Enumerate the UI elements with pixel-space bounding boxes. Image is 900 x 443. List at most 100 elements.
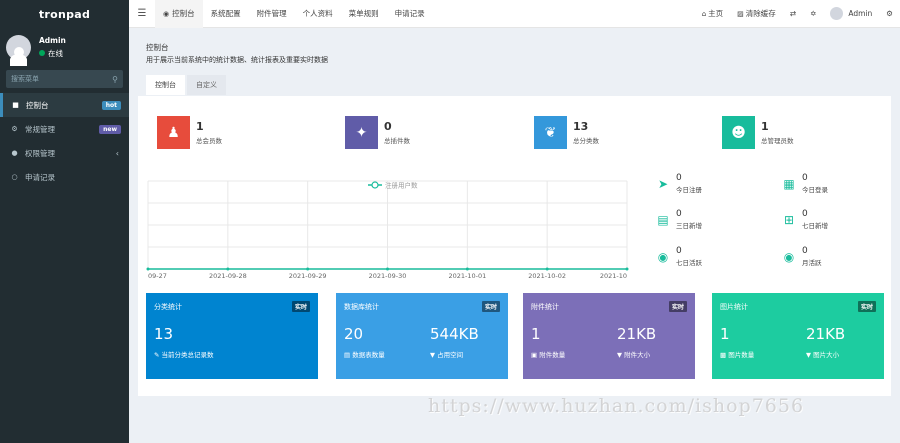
tab-dashboard[interactable]: ◉ 控制台 bbox=[155, 0, 203, 28]
data-point bbox=[545, 267, 549, 271]
sidebar-item-general[interactable]: ⚙ 常规管理 new bbox=[0, 117, 129, 141]
page-title: 控制台 bbox=[146, 43, 169, 52]
stat-label: 总插件数 bbox=[384, 137, 410, 145]
stat-plugins: ✦ 0 总插件数 bbox=[345, 116, 410, 149]
vcard-icon: ▦ bbox=[783, 176, 795, 191]
new-badge: new bbox=[99, 124, 121, 134]
sidebar: tronpad Admin 在线 ⚲ ■ 控制台 hot ⚙ 常规管理 new … bbox=[0, 0, 129, 443]
user-circle-icon: ◉ bbox=[783, 249, 795, 264]
card-sub-label: 图片数量 bbox=[728, 351, 755, 359]
card-attachment-stats: 附件统计 实时 1 21KB ▣ 附件数量 ▼ 附件大小 bbox=[523, 293, 695, 379]
mini-stat-today-reg: ➤ 0 今日注册 bbox=[654, 173, 702, 194]
tab-label: 菜单规则 bbox=[348, 9, 379, 18]
avatar bbox=[6, 34, 31, 66]
sidebar-item-label: 权限管理 bbox=[25, 148, 55, 158]
tab-label: 附件管理 bbox=[256, 9, 287, 18]
card-title: 附件统计 bbox=[531, 302, 559, 311]
main-content: 控制台 用于展示当前系统中的统计数据、统计报表及重要实时数据 控制台 自定义 ♟… bbox=[138, 36, 891, 396]
mini-stat-month-active: ◉ 0 月活跃 bbox=[780, 246, 822, 267]
mini-stat-3day-new: ▤ 0 三日新增 bbox=[654, 209, 702, 230]
realtime-badge: 实时 bbox=[291, 301, 310, 312]
search-input[interactable] bbox=[11, 75, 106, 83]
card-sub-2-label: 占用空间 bbox=[437, 351, 464, 359]
stat-label: 总会员数 bbox=[196, 137, 222, 145]
edit-icon: ✎ bbox=[154, 351, 160, 359]
sidebar-item-label: 控制台 bbox=[26, 100, 49, 110]
sidebar-item-permissions[interactable]: ● 权限管理 ‹ bbox=[0, 141, 129, 165]
card-value-2 bbox=[240, 325, 310, 343]
card-sub-2-label: 图片大小 bbox=[813, 351, 840, 359]
x-tick-label: 2021-10 bbox=[600, 272, 627, 280]
user-menu[interactable]: Admin bbox=[823, 7, 879, 20]
card-category-stats: 分类统计 实时 13 ✎ 当前分类总记录数 bbox=[146, 293, 318, 379]
user-circle-icon: ◉ bbox=[657, 249, 669, 264]
tab-attachments[interactable]: 附件管理 bbox=[249, 0, 295, 28]
card-title: 数据库统计 bbox=[344, 302, 379, 311]
registration-line-chart: 09-27 2021-09-28 2021-09-29 2021-09-30 2021-… bbox=[146, 180, 629, 280]
sidebar-menu: ■ 控制台 hot ⚙ 常规管理 new ● 权限管理 ‹ ○ 申请记录 bbox=[0, 93, 129, 189]
card-sub-2 bbox=[240, 349, 310, 359]
tab-custom[interactable]: 自定义 bbox=[187, 75, 226, 95]
stat-members: ♟ 1 总会员数 bbox=[157, 116, 222, 149]
filter-icon: ▼ bbox=[806, 351, 811, 359]
mini-stat-7day-new: ⊞ 0 七日新增 bbox=[780, 209, 828, 230]
translate-button[interactable]: ⇄ bbox=[783, 9, 803, 18]
calendar-plus-icon: ⊞ bbox=[783, 212, 795, 227]
data-point bbox=[146, 267, 150, 271]
card-value: 1 bbox=[720, 325, 730, 343]
legend-marker bbox=[371, 181, 379, 189]
card-sub-2: ▼ 图片大小 bbox=[806, 349, 876, 359]
tab-applications[interactable]: 申请记录 bbox=[387, 0, 433, 28]
x-tick-label: 09-27 bbox=[148, 272, 167, 280]
card-sub-label: 附件数量 bbox=[539, 351, 566, 359]
mini-stat-value: 0 bbox=[676, 173, 682, 183]
clear-cache-button[interactable]: ▨ 清除缓存 bbox=[730, 8, 783, 19]
mini-stat-label: 今日注册 bbox=[676, 186, 702, 194]
tab-profile[interactable]: 个人资料 bbox=[295, 0, 341, 28]
content-tabs: 控制台 自定义 bbox=[138, 75, 891, 95]
stat-categories: ❦ 13 总分类数 bbox=[534, 116, 599, 149]
realtime-badge: 实时 bbox=[857, 301, 876, 312]
x-tick-label: 2021-10-02 bbox=[528, 272, 566, 280]
home-icon: ⌂ bbox=[701, 9, 707, 18]
mini-stat-label: 七日活跃 bbox=[676, 259, 702, 267]
realtime-badge: 实时 bbox=[481, 301, 500, 312]
mini-stat-value: 0 bbox=[676, 246, 682, 256]
sidebar-item-dashboard[interactable]: ■ 控制台 hot bbox=[0, 93, 129, 117]
x-tick-label: 2021-09-29 bbox=[289, 272, 327, 280]
image-icon: ▩ bbox=[720, 351, 727, 359]
users-icon: ♟ bbox=[157, 116, 190, 149]
fullscreen-icon: ✡ bbox=[810, 9, 817, 18]
card-sub-2: ▼ 占用空间 bbox=[430, 349, 500, 359]
x-tick-label: 2021-10-01 bbox=[448, 272, 486, 280]
settings-button[interactable]: ⚙ bbox=[879, 9, 900, 18]
filter-icon: ▼ bbox=[430, 351, 435, 359]
menu-toggle-icon[interactable]: ☰ bbox=[129, 8, 155, 19]
user-status-label: 在线 bbox=[48, 48, 63, 58]
card-sub-label: 当前分类总记录数 bbox=[161, 351, 214, 359]
stat-value: 13 bbox=[573, 120, 589, 133]
brand-logo[interactable]: tronpad bbox=[0, 0, 129, 28]
stat-value: 1 bbox=[761, 120, 769, 133]
home-link[interactable]: ⌂ 主页 bbox=[695, 8, 730, 19]
card-value-2: 21KB bbox=[617, 325, 657, 343]
card-image-stats: 图片统计 实时 1 21KB ▩ 图片数量 ▼ 图片大小 bbox=[712, 293, 884, 379]
magic-icon: ✦ bbox=[345, 116, 378, 149]
watermark: https://www.huzhan.com/ishop7656 bbox=[428, 395, 805, 417]
tab-system-config[interactable]: 系统配置 bbox=[203, 0, 249, 28]
search-icon[interactable]: ⚲ bbox=[112, 75, 118, 84]
group-icon: ● bbox=[11, 149, 18, 157]
mini-stat-today-login: ▦ 0 今日登录 bbox=[780, 173, 828, 194]
card-value-2: 544KB bbox=[430, 325, 479, 343]
card-sub: ▣ 附件数量 bbox=[531, 349, 565, 359]
dashboard-icon: ◉ bbox=[163, 9, 170, 18]
card-sub-2: ▼ 附件大小 bbox=[617, 349, 687, 359]
tab-menu-rules[interactable]: 菜单规则 bbox=[341, 0, 387, 28]
fullscreen-button[interactable]: ✡ bbox=[803, 9, 823, 18]
sidebar-item-applications[interactable]: ○ 申请记录 bbox=[0, 165, 129, 189]
translate-icon: ⇄ bbox=[789, 9, 797, 18]
tab-dashboard-view[interactable]: 控制台 bbox=[146, 75, 185, 95]
card-sub: ▤ 数据表数量 bbox=[344, 349, 385, 359]
mini-stat-7day-active: ◉ 0 七日活跃 bbox=[654, 246, 702, 267]
home-label: 主页 bbox=[708, 9, 724, 18]
